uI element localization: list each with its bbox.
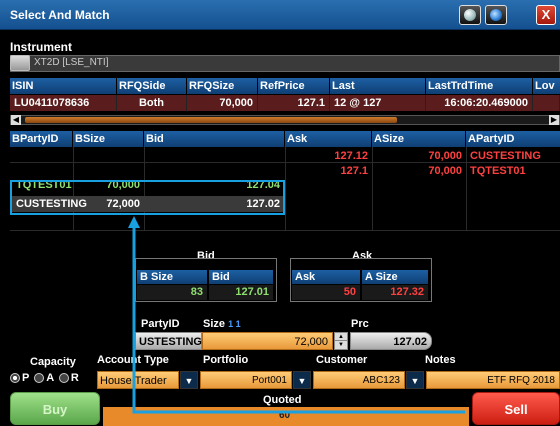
arrow-line [132, 226, 465, 414]
annotation-arrow [128, 216, 465, 414]
arrow-head [128, 216, 140, 228]
